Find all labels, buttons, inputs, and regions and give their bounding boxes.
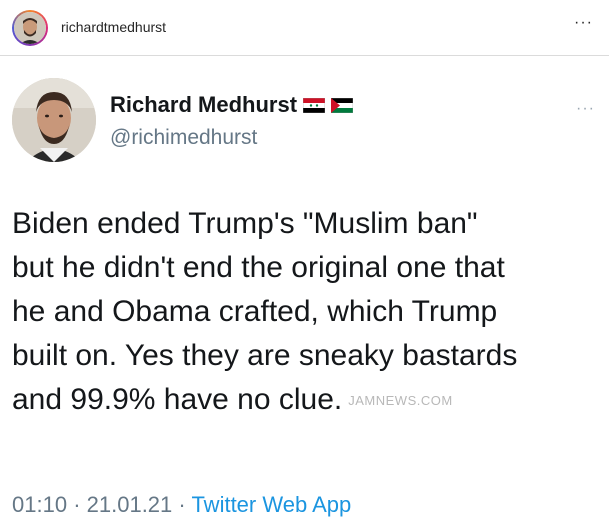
tweet-text-line: Biden ended Trump's "Muslim ban" [12, 207, 478, 240]
tweet-text-line: and 99.9% have no clue. [12, 383, 343, 416]
tweet-text-line: he and Obama crafted, which Trump [12, 295, 498, 328]
syria-flag-icon [302, 97, 326, 113]
palestine-flag-icon [330, 97, 354, 113]
tweet-author-row: Richard Medhurst [110, 92, 354, 118]
instagram-post-header: richardtmedhurst ··· [0, 0, 609, 56]
tweet-text-line: but he didn't end the original one that [12, 251, 505, 284]
tweet-source-link[interactable]: Twitter Web App [191, 492, 351, 517]
separator: · [73, 492, 81, 517]
avatar[interactable] [14, 12, 46, 44]
tweet-metadata: 01:10 · 21.01.21 · Twitter Web App [12, 492, 351, 518]
watermark: JAMNEWS.COM [348, 393, 453, 408]
more-options-icon[interactable]: ··· [574, 14, 593, 32]
story-ring[interactable] [12, 10, 48, 46]
tweet-time[interactable]: 01:10 [12, 492, 67, 517]
display-name[interactable]: Richard Medhurst [110, 92, 297, 118]
tweet-more-options-icon[interactable]: ··· [576, 100, 595, 118]
tweet-text-line: built on. Yes they are sneaky bastards [12, 339, 518, 372]
tweet-avatar[interactable] [12, 78, 96, 162]
tweet-date[interactable]: 21.01.21 [87, 492, 173, 517]
tweet-text: Biden ended Trump's "Muslim ban" but he d… [12, 202, 607, 423]
handle[interactable]: @richimedhurst [110, 126, 257, 150]
username[interactable]: richardtmedhurst [61, 19, 166, 35]
separator: · [178, 492, 186, 517]
